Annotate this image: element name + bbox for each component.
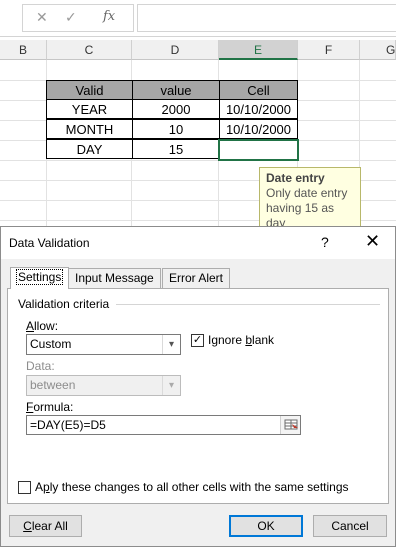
table-cell[interactable]: MONTH	[46, 119, 133, 139]
range-selector-icon	[281, 416, 301, 434]
tab-error-alert[interactable]: Error Alert	[162, 268, 230, 288]
close-icon[interactable]: ✕	[365, 231, 380, 252]
tab-error-alert-label: Error Alert	[169, 271, 223, 285]
cancel-button[interactable]: Cancel	[313, 515, 387, 537]
ignore-blank-label[interactable]: Ignore blank	[208, 333, 274, 347]
tooltip-body-line: Only date entry	[266, 186, 354, 201]
table-cell[interactable]: DAY	[46, 139, 133, 159]
apply-to-all-label[interactable]: Aply these changes to all other cells wi…	[35, 480, 349, 494]
table-header-cell[interactable]: Cell	[219, 80, 298, 100]
clear-all-button[interactable]: Clear All	[9, 515, 82, 537]
formula-label: Formula:	[26, 400, 73, 414]
table-cell[interactable]: 10	[132, 119, 220, 139]
ignore-blank-checkbox[interactable]: ✓	[191, 334, 204, 347]
table-cell[interactable]: 10/10/2000	[219, 99, 298, 119]
insert-function-icon[interactable]: fx	[103, 9, 115, 24]
allow-label: Allow:	[26, 319, 58, 333]
table-cell[interactable]: YEAR	[46, 99, 133, 119]
apply-to-all-checkbox[interactable]	[18, 481, 31, 494]
ok-button[interactable]: OK	[229, 515, 303, 537]
data-validation-dialog: Data Validation ? ✕ Settings Input Messa…	[0, 226, 396, 547]
tab-input-message-label: Input Message	[75, 271, 154, 285]
formula-bar-controls: ✕ ✓ fx	[22, 4, 134, 32]
table-header-value[interactable]: value	[132, 80, 220, 100]
tab-input-message[interactable]: Input Message	[68, 268, 161, 288]
settings-panel: Validation criteria Allow: Custom ▾ ✓ Ig…	[7, 288, 389, 504]
column-header-f[interactable]: F	[298, 40, 360, 60]
help-button[interactable]: ?	[321, 234, 329, 250]
group-divider	[116, 304, 380, 305]
formula-field[interactable]: =DAY(E5)=D5	[26, 415, 301, 435]
column-header-g[interactable]: G	[360, 40, 396, 60]
data-select-value: between	[30, 378, 75, 392]
table-cell[interactable]: 10/10/2000	[219, 119, 298, 139]
dialog-title: Data Validation	[9, 236, 90, 250]
dialog-titlebar[interactable]: Data Validation ? ✕	[1, 227, 395, 259]
tab-settings[interactable]: Settings	[10, 267, 69, 289]
chevron-down-icon: ▾	[162, 376, 180, 395]
data-select: between ▾	[26, 375, 181, 396]
selected-cell-e5[interactable]	[218, 139, 299, 161]
allow-select-value: Custom	[30, 337, 71, 351]
close-icon[interactable]: ✕	[36, 9, 48, 26]
table-cell[interactable]: 2000	[132, 99, 220, 119]
column-header-c[interactable]: C	[47, 40, 132, 60]
group-label-validation-criteria: Validation criteria	[18, 297, 109, 311]
data-label: Data:	[26, 359, 55, 373]
tab-settings-label: Settings	[17, 270, 62, 284]
tooltip-body-line: having 15 as	[266, 201, 354, 216]
column-header-b[interactable]: B	[0, 40, 47, 60]
table-header-valid[interactable]: Valid	[46, 80, 133, 100]
range-selector-button[interactable]	[280, 416, 300, 434]
formula-field-value: =DAY(E5)=D5	[30, 418, 106, 432]
formula-input[interactable]	[137, 4, 396, 32]
table-cell[interactable]: 15	[132, 139, 220, 159]
column-header-e[interactable]: E	[219, 40, 298, 60]
allow-select[interactable]: Custom ▾	[26, 334, 181, 355]
input-message-tooltip: Date entry Only date entry having 15 as …	[259, 167, 361, 230]
check-icon[interactable]: ✓	[65, 9, 77, 26]
chevron-down-icon[interactable]: ▾	[162, 335, 180, 354]
formula-bar: ✕ ✓ fx	[0, 0, 396, 37]
column-header-d[interactable]: D	[132, 40, 219, 60]
tooltip-title: Date entry	[266, 171, 354, 186]
